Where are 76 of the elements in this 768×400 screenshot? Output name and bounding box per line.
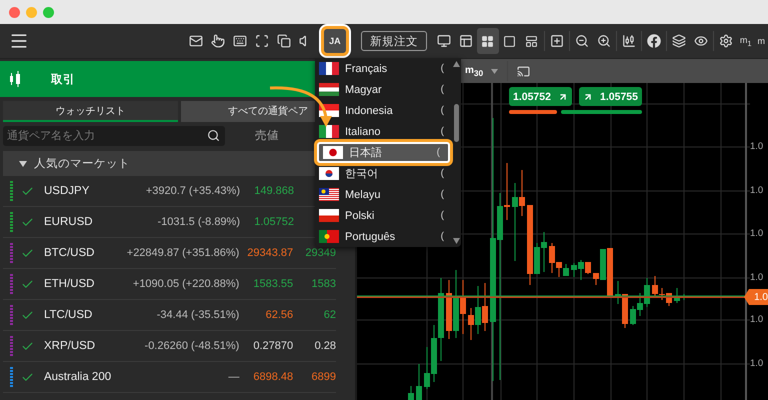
watchlist-row[interactable]: XRP/USD -0.26260 (-48.51%) 0.27870 0.28 xyxy=(3,331,336,362)
section-title: 人気のマーケット xyxy=(34,156,130,171)
tab[interactable]: ウォッチリスト xyxy=(3,101,178,122)
check-icon[interactable] xyxy=(20,246,34,260)
language-option[interactable]: Magyar ( xyxy=(315,79,452,100)
candlestick xyxy=(408,386,414,400)
arrow-icon xyxy=(583,92,593,102)
check-icon[interactable] xyxy=(20,278,34,290)
split-layout-icon xyxy=(525,34,538,48)
sell-price: 1583.55 xyxy=(252,278,294,290)
symbol-text: ETH/USD xyxy=(44,278,96,290)
axis-label: 1.0 xyxy=(750,228,764,240)
watchlist-row[interactable]: ETH/USD +1090.05 (+220.88%) 1583.55 1583 xyxy=(3,269,336,300)
buy-price: 0.28 xyxy=(314,340,336,352)
header-title: 取引 xyxy=(51,72,75,86)
change-text: +3920.7 (+35.43%) xyxy=(144,185,240,197)
sell-price: 0.27870 xyxy=(252,340,294,352)
sell-price: 29343.87 xyxy=(246,247,294,259)
scroll-down-icon[interactable] xyxy=(453,238,460,244)
buy-price: 62 xyxy=(322,309,336,321)
axis-label: 1.0 xyxy=(750,358,764,370)
change-text: -0.26260 (-48.51%) xyxy=(144,340,240,352)
axis-label: 1.0 xyxy=(750,185,764,197)
language-button[interactable]: JA xyxy=(320,26,349,56)
language-option[interactable]: Italiano ( xyxy=(315,121,452,142)
check-icon[interactable] xyxy=(20,370,34,384)
sell-price: 6898.48 xyxy=(252,371,294,383)
check-icon[interactable] xyxy=(21,216,34,228)
symbol-text: XRP/USD xyxy=(44,340,96,352)
timeframe-button[interactable]: m$_{1}$ xyxy=(740,34,752,48)
check-icon[interactable] xyxy=(20,308,34,322)
arrow-icon xyxy=(558,92,568,102)
grid-layout-icon xyxy=(481,34,494,48)
scroll-up-icon[interactable] xyxy=(453,61,460,67)
check-icon[interactable] xyxy=(21,184,34,198)
sell-ticket-button[interactable]: 1.05752 xyxy=(509,87,572,106)
column-header: 売値 xyxy=(255,128,279,143)
axis-label: 1.0 xyxy=(750,141,764,153)
timeframe-selector[interactable]: m$_{30}$ xyxy=(465,64,484,78)
change-text: — xyxy=(227,371,240,383)
buy-ticket-button[interactable]: 1.05755 xyxy=(579,87,642,106)
watchlist-row[interactable]: Australia 200 — 6898.48 6899 xyxy=(3,362,336,393)
symbol-text: Australia 200 xyxy=(44,371,112,383)
buy-price: 29349 xyxy=(304,247,336,259)
change-text: -1031.5 (-8.89%) xyxy=(156,216,240,228)
layout-button[interactable] xyxy=(476,28,499,54)
sell-price: 149.868 xyxy=(253,185,294,197)
sell-price: 1.05752 xyxy=(253,216,294,228)
candlestick-icon xyxy=(9,71,21,87)
candlestick xyxy=(416,364,422,400)
symbol-text: LTC/USD xyxy=(44,309,94,321)
watchlist-row[interactable]: LTC/USD -34.44 (-35.51%) 62.56 62 xyxy=(3,300,336,331)
change-text: +22849.87 (+351.86%) xyxy=(126,247,240,259)
check-icon[interactable] xyxy=(20,340,34,352)
collapse-triangle-icon xyxy=(19,160,27,166)
symbol-text: EURUSD xyxy=(44,216,94,228)
buy-price: 6899 xyxy=(310,371,336,383)
caret-icon[interactable] xyxy=(491,68,498,74)
language-option[interactable]: 日本語 ( xyxy=(317,142,450,163)
search-icon[interactable] xyxy=(207,128,220,142)
symbol-text: USDJPY xyxy=(44,185,90,197)
axis-label: 1.0 xyxy=(750,314,764,326)
timeframe-button[interactable]: m xyxy=(758,36,765,46)
search-field[interactable]: 通貨ペア名を入力 xyxy=(3,126,225,146)
change-text: +1090.05 (+220.88%) xyxy=(132,278,240,290)
broadcast-icon[interactable] xyxy=(517,64,530,78)
single-layout-icon xyxy=(503,34,516,48)
new-order-button[interactable]: 新規注文 xyxy=(360,31,427,51)
price-tag: 1.0 xyxy=(744,289,768,305)
sell-price: 62.56 xyxy=(264,309,294,321)
change-text: -34.44 (-35.51%) xyxy=(156,309,240,321)
axis-label: 1.0 xyxy=(750,272,764,284)
symbol-text: BTC/USD xyxy=(44,247,96,259)
sell-indicator-bar xyxy=(509,110,557,114)
language-option[interactable]: Français ( xyxy=(315,58,452,79)
buy-price: 1583 xyxy=(310,278,336,290)
